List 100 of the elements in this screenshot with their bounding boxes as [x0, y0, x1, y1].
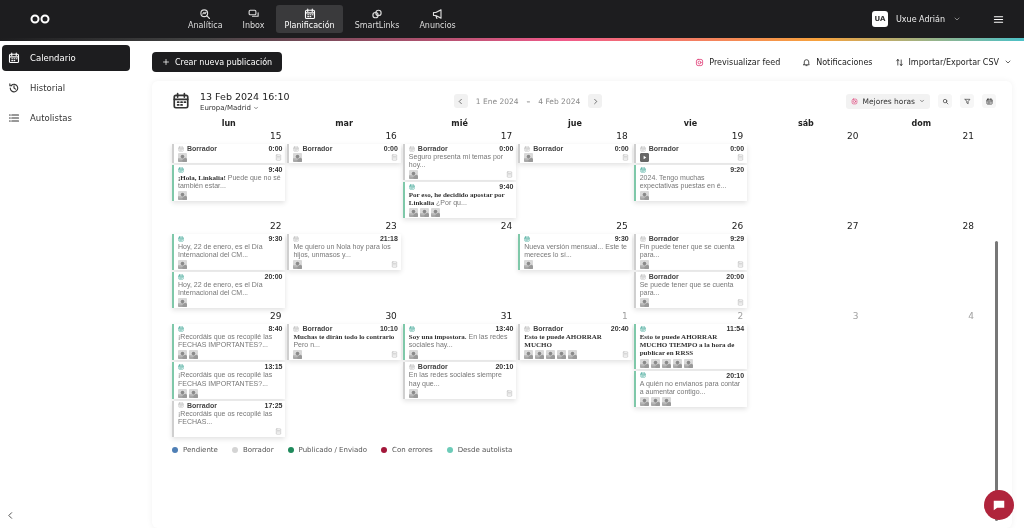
filter-icon	[963, 97, 971, 105]
chevron-left-icon	[457, 97, 465, 105]
day-number: 16	[384, 131, 398, 142]
current-datetime: 13 Feb 2024 16:10	[200, 90, 290, 102]
sidebar-item[interactable]: Calendario	[2, 45, 130, 71]
chevron-down-icon	[919, 98, 925, 104]
filter-button[interactable]	[960, 94, 974, 108]
search-button[interactable]	[938, 94, 952, 108]
document-icon	[621, 351, 629, 359]
calendar-icon	[178, 145, 184, 152]
calendar-icon	[408, 325, 415, 332]
toolbar-action[interactable]: Importar/Exportar CSV	[894, 57, 1012, 67]
plus-icon	[162, 58, 170, 66]
calendar-icon	[639, 325, 646, 332]
calendar-icon	[524, 145, 531, 152]
day-number: 4	[967, 311, 975, 323]
day-number: 17	[499, 131, 514, 142]
weekday-header: sáb	[796, 118, 815, 130]
day-number: 27	[846, 221, 860, 233]
nav-tab[interactable]: SmartLinks	[346, 5, 408, 33]
calendar-icon	[524, 235, 531, 242]
day-number: 29	[268, 311, 283, 323]
nav-tab[interactable]: Analítica	[180, 5, 231, 33]
calendar-icon	[178, 325, 184, 332]
chat-icon	[992, 498, 1006, 512]
weekday-header: lun	[220, 118, 237, 130]
calendar-icon	[408, 145, 415, 152]
weekday-header: mar	[334, 118, 354, 130]
chevron-right-icon	[591, 97, 599, 105]
document-icon	[737, 261, 745, 269]
calendar-icon	[178, 273, 184, 280]
search-icon	[941, 97, 949, 105]
day-number: 2	[736, 311, 745, 323]
chevron-down-icon	[953, 15, 961, 23]
sidebar-item[interactable]: Historial	[2, 75, 130, 101]
calendar-icon	[178, 402, 184, 409]
document-icon	[390, 351, 398, 359]
day-number: 1	[620, 311, 629, 323]
calendar-icon	[639, 166, 646, 173]
day-number: 21	[961, 131, 975, 142]
calendar-icon	[303, 8, 316, 20]
document-icon	[621, 154, 629, 161]
menu-icon	[993, 13, 1004, 25]
create-post-button[interactable]: Crear nueva publicación	[152, 52, 283, 72]
calendar-icon	[8, 52, 20, 64]
day-number: 22	[268, 221, 283, 233]
day-number: 26	[730, 221, 745, 233]
nav-tab[interactable]: Anuncios	[411, 5, 464, 33]
logo-icon[interactable]	[30, 14, 50, 24]
day-number: 24	[499, 221, 514, 233]
toolbar-action[interactable]: Notificaciones	[802, 57, 873, 67]
list-icon	[8, 112, 20, 124]
calendar-icon	[178, 363, 184, 370]
chat-button[interactable]	[984, 490, 1014, 520]
document-icon	[737, 299, 745, 307]
video-thumbnail	[639, 153, 649, 162]
calendar-button[interactable]	[982, 94, 996, 108]
weekday-header: mié	[450, 117, 469, 130]
calendar-icon	[178, 166, 184, 173]
calendar-icon	[524, 325, 531, 332]
document-icon	[390, 154, 398, 161]
document-icon	[275, 154, 283, 161]
day-number: 15	[268, 131, 283, 142]
document-icon	[506, 389, 514, 397]
calendar-icon	[408, 183, 415, 190]
bell-icon	[802, 57, 812, 67]
calendar-icon	[293, 145, 300, 152]
sidebar-item[interactable]: Autolistas	[2, 105, 130, 131]
weekday-header: dom	[910, 118, 933, 130]
megaphone-icon	[431, 8, 444, 20]
history-icon	[8, 82, 20, 94]
toolbar-action[interactable]: Previsualizar feed	[695, 57, 781, 67]
user-name[interactable]: Uxue Adrián	[895, 14, 945, 24]
analytics-icon	[199, 8, 212, 20]
weekday-header: jue	[566, 118, 583, 130]
inbox-icon	[247, 8, 260, 20]
calendar-icon	[985, 97, 993, 105]
sort-icon	[894, 57, 904, 67]
document-icon	[506, 171, 514, 179]
day-number: 30	[384, 311, 398, 323]
document-icon	[390, 261, 398, 269]
chevron-down-icon	[253, 104, 259, 111]
nav-tab[interactable]: Inbox	[234, 5, 273, 33]
day-number: 25	[615, 221, 629, 233]
instagram-icon	[851, 97, 859, 105]
day-number: 20	[846, 131, 860, 142]
weekday-header: vie	[682, 118, 699, 130]
document-icon	[275, 427, 283, 435]
document-icon	[737, 154, 745, 161]
calendar-icon	[639, 145, 646, 152]
day-number: 19	[730, 131, 745, 142]
link-icon	[371, 8, 383, 20]
calendar-icon	[408, 363, 415, 370]
collapse-icon	[6, 511, 15, 520]
day-number: 23	[384, 221, 398, 233]
calendar-icon	[639, 235, 646, 242]
calendar-icon	[178, 235, 184, 242]
day-number: 18	[615, 131, 629, 142]
chevron-down-icon	[1004, 58, 1012, 66]
nav-tab[interactable]: Planificación	[276, 5, 343, 33]
